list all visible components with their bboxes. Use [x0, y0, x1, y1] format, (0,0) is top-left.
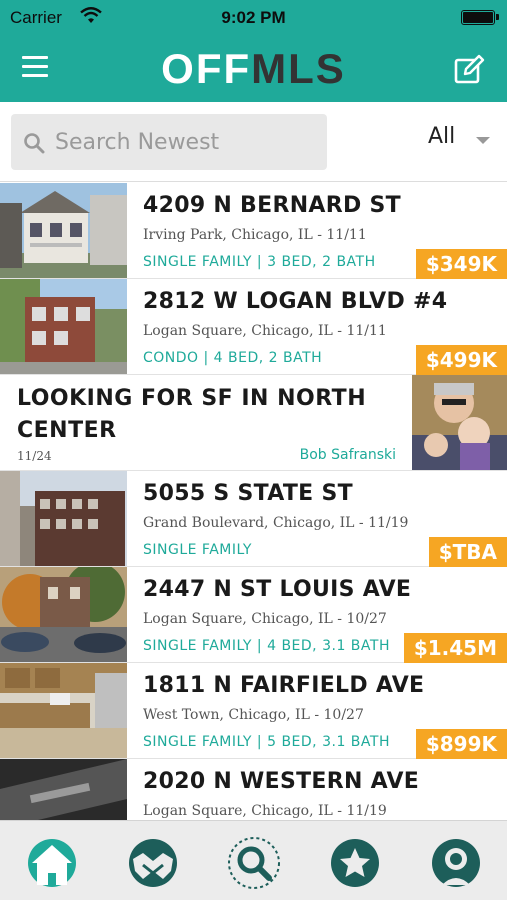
listing-price: $349K [415, 249, 507, 279]
listing-feed: 4209 N BERNARD ST Irving Park, Chicago, … [0, 183, 507, 820]
listing-details: SINGLE FAMILY | 4 BED, 3.1 BATH [143, 638, 390, 654]
listing-location: Irving Park, Chicago, IL - 11/11 [143, 227, 367, 243]
listing-price: $1.45M [403, 633, 507, 663]
listing-location: Logan Square, Chicago, IL - 10/27 [143, 611, 387, 627]
chevron-down-icon [476, 137, 490, 144]
listing-photo [0, 183, 127, 278]
wanted-date: 11/24 [17, 449, 52, 463]
listing-address: 2020 N WESTERN AVE [143, 769, 420, 794]
listing-location: Logan Square, Chicago, IL - 11/19 [143, 803, 387, 819]
listing-address: 5055 S STATE ST [143, 481, 353, 506]
search-icon[interactable] [226, 835, 282, 891]
nav-bar: OFFMLS [0, 36, 507, 102]
listing-location: Grand Boulevard, Chicago, IL - 11/19 [143, 515, 409, 531]
app-logo: OFFMLS [161, 45, 346, 92]
search-box[interactable] [11, 114, 327, 170]
listing-price: $TBA [428, 537, 507, 567]
avatar [412, 375, 507, 470]
listing-photo [0, 567, 127, 662]
filter-value: All [428, 124, 456, 149]
listing-photo [0, 663, 127, 758]
handshake-icon[interactable] [125, 835, 181, 891]
listing-address: 2447 N ST LOUIS AVE [143, 577, 412, 602]
star-icon[interactable] [327, 835, 383, 891]
listing-photo [0, 279, 127, 374]
search-input[interactable] [55, 124, 317, 160]
listing-item[interactable]: 2812 W LOGAN BLVD #4 Logan Square, Chica… [0, 279, 507, 375]
listing-price: $499K [415, 345, 507, 375]
listing-details: SINGLE FAMILY | 5 BED, 3.1 BATH [143, 734, 390, 750]
listing-location: West Town, Chicago, IL - 10/27 [143, 707, 364, 723]
listing-details: SINGLE FAMILY [143, 542, 252, 558]
listing-item[interactable]: 2447 N ST LOUIS AVE Logan Square, Chicag… [0, 567, 507, 663]
profile-icon[interactable] [428, 835, 484, 891]
wanted-title: LOOKING FOR SF IN NORTH CENTER [17, 386, 367, 443]
filter-dropdown[interactable]: All [428, 124, 498, 158]
battery-icon [461, 10, 499, 25]
search-row: All [0, 102, 507, 182]
listing-address: 2812 W LOGAN BLVD #4 [143, 289, 448, 314]
listing-location: Logan Square, Chicago, IL - 11/11 [143, 323, 387, 339]
listing-details: SINGLE FAMILY | 3 BED, 2 BATH [143, 254, 376, 270]
listing-item[interactable]: 4209 N BERNARD ST Irving Park, Chicago, … [0, 183, 507, 279]
search-icon [24, 133, 45, 154]
listing-item[interactable]: 2020 N WESTERN AVE Logan Square, Chicago… [0, 759, 507, 820]
listing-address: 4209 N BERNARD ST [143, 193, 401, 218]
status-bar: Carrier 9:02 PM [0, 0, 507, 36]
listing-photo [0, 471, 127, 566]
home-icon[interactable] [24, 835, 80, 891]
listing-price: $899K [415, 729, 507, 759]
wanted-post[interactable]: LOOKING FOR SF IN NORTH CENTER 11/24 Bob… [0, 375, 507, 471]
tab-bar [0, 820, 507, 900]
listing-address: 1811 N FAIRFIELD AVE [143, 673, 425, 698]
listing-details: CONDO | 4 BED, 2 BATH [143, 350, 323, 366]
listing-photo [0, 759, 127, 820]
listing-item[interactable]: 1811 N FAIRFIELD AVE West Town, Chicago,… [0, 663, 507, 759]
clock: 9:02 PM [221, 8, 286, 27]
wanted-author[interactable]: Bob Safranski [300, 447, 396, 463]
compose-icon[interactable] [453, 54, 485, 86]
listing-item[interactable]: 5055 S STATE ST Grand Boulevard, Chicago… [0, 471, 507, 567]
